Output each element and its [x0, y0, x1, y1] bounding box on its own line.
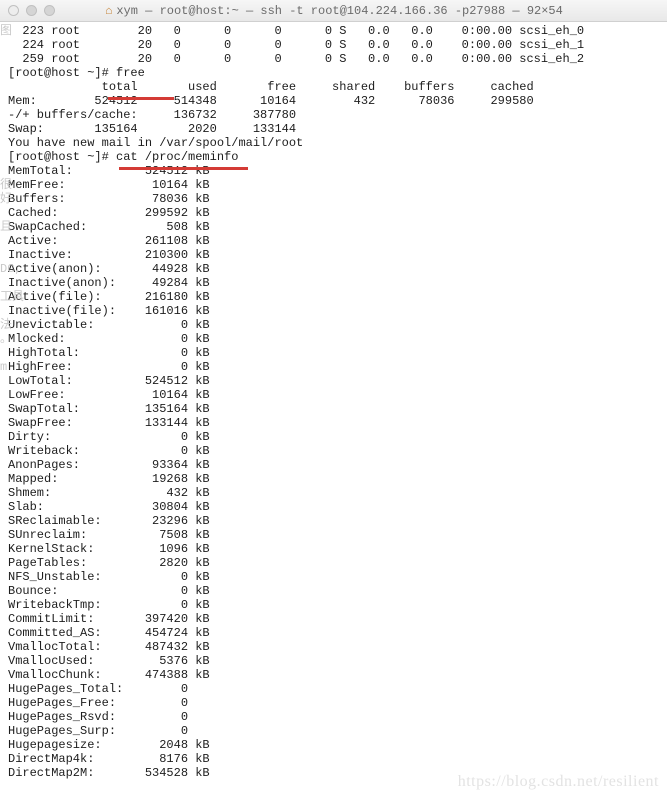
- underline-total: [108, 97, 174, 100]
- underline-cat-cmd: [119, 167, 248, 170]
- left-gutter: 图 很 好 且 DC, 工具 法 。 m: [0, 22, 10, 797]
- window-title: ⌂ xym — root@host:~ — ssh -t root@104.224…: [39, 4, 629, 18]
- window-title-text: xym — root@host:~ — ssh -t root@104.224.…: [116, 4, 562, 18]
- terminal-output[interactable]: 223 root 20 0 0 0 0 S 0.0 0.0 0:00.00 sc…: [0, 22, 667, 784]
- watermark: https://blog.csdn.net/resilient: [458, 773, 659, 791]
- minimize-button[interactable]: [26, 5, 37, 16]
- close-button[interactable]: [8, 5, 19, 16]
- window-title-bar: ⌂ xym — root@host:~ — ssh -t root@104.224…: [0, 0, 667, 22]
- home-icon: ⌂: [105, 4, 112, 18]
